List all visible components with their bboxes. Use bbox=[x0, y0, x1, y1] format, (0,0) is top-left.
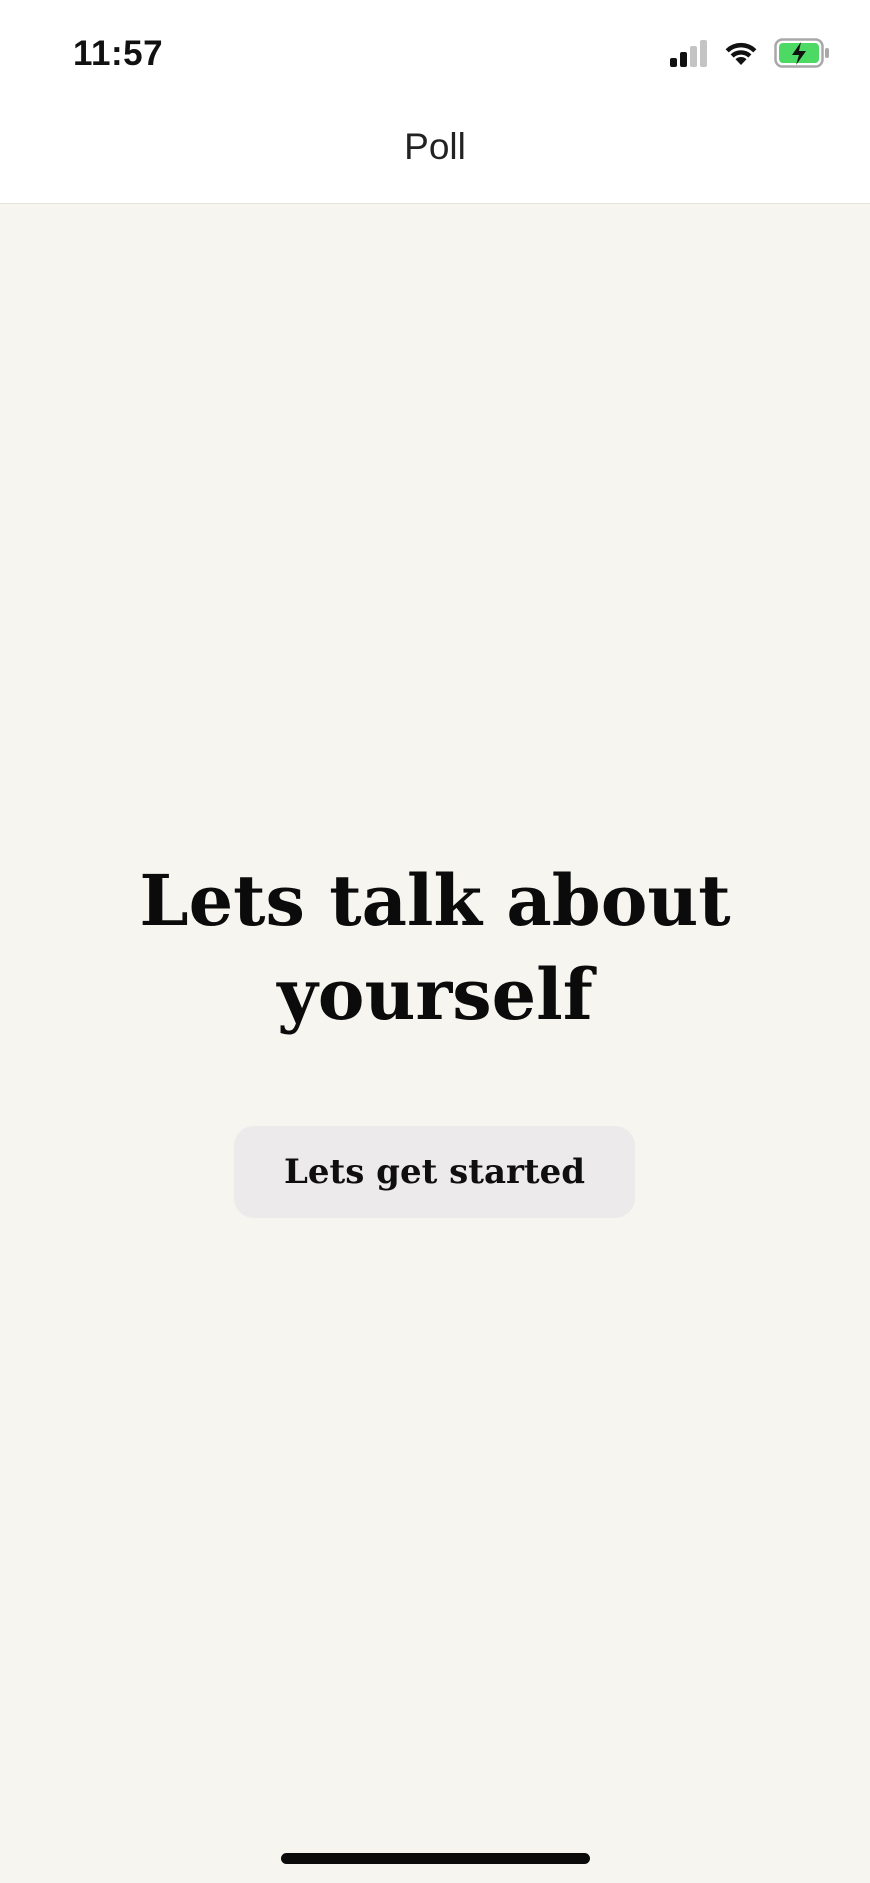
page-title: Poll bbox=[404, 125, 466, 167]
battery-charging-icon bbox=[774, 37, 830, 73]
intro-headline: Lets talk about yourself bbox=[0, 854, 870, 1042]
headline-line-1: Lets talk about bbox=[139, 859, 731, 942]
main-content: Lets talk about yourself Lets get starte… bbox=[0, 204, 870, 1883]
headline-line-2: yourself bbox=[277, 953, 593, 1036]
get-started-button[interactable]: Lets get started bbox=[234, 1126, 635, 1218]
status-time: 11:57 bbox=[73, 34, 164, 73]
home-indicator[interactable] bbox=[281, 1853, 590, 1864]
cellular-signal-icon bbox=[668, 39, 708, 72]
navigation-bar: Poll bbox=[0, 100, 870, 204]
status-icons bbox=[668, 37, 830, 73]
wifi-icon bbox=[722, 39, 760, 72]
poll-screen: 11:57 Poll Lets talk about yourself Lets… bbox=[0, 0, 870, 1883]
status-bar: 11:57 bbox=[0, 0, 870, 100]
